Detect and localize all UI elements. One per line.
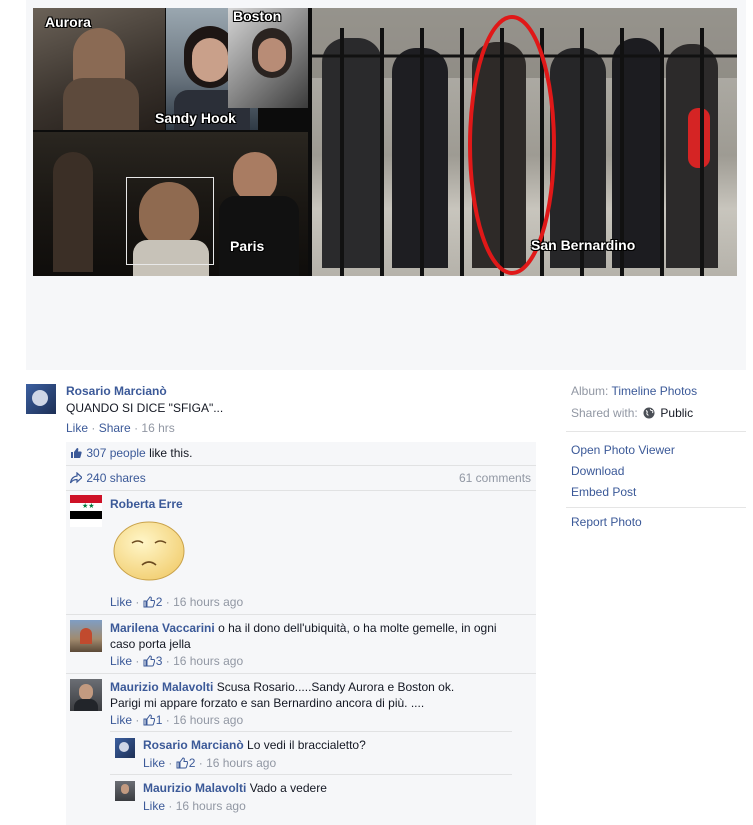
privacy-value[interactable]: Public	[660, 406, 693, 420]
comment-author[interactable]: Roberta Erre	[110, 497, 183, 511]
san-bernardino-photo	[312, 8, 737, 276]
comment-like-count[interactable]: 1	[156, 713, 163, 727]
comment-timestamp[interactable]: 16 hours ago	[173, 654, 243, 668]
star-icon: ★★	[82, 503, 95, 510]
divider	[66, 465, 536, 466]
album-info: Album: Timeline Photos	[571, 384, 697, 398]
reply-like-count[interactable]: 2	[189, 756, 196, 770]
divider	[110, 731, 512, 732]
likes-suffix: like this.	[145, 446, 193, 460]
share-arrow-icon	[70, 472, 82, 484]
thumbs-up-icon	[71, 448, 82, 458]
shares-count-link[interactable]: 240 shares	[86, 471, 145, 485]
comment-like-count[interactable]: 2	[156, 595, 163, 609]
album-link[interactable]: Timeline Photos	[611, 384, 697, 398]
commenter-avatar[interactable]	[70, 679, 102, 711]
shared-with-label: Shared with:	[571, 406, 638, 420]
caption-paris: Paris	[230, 238, 265, 254]
separator: ·	[168, 799, 173, 813]
open-photo-viewer-link[interactable]: Open Photo Viewer	[571, 443, 675, 457]
comment-timestamp[interactable]: 16 hours ago	[173, 713, 243, 727]
divider	[566, 507, 746, 508]
divider	[110, 774, 512, 775]
comment-author[interactable]: Marilena Vaccarini	[110, 621, 215, 635]
sad-face-sticker	[112, 520, 186, 582]
paris-photo	[33, 132, 308, 276]
post-like-link[interactable]: Like	[66, 421, 88, 435]
divider	[66, 614, 536, 615]
reply-timestamp[interactable]: 16 hours ago	[176, 799, 246, 813]
reply-like-link[interactable]: Like	[143, 799, 165, 813]
reply-body: Rosario Marcianò Lo vedi il braccialetto…	[143, 738, 366, 752]
comment-like-link[interactable]: Like	[110, 713, 132, 727]
likes-summary: 307 people like this.	[70, 446, 192, 460]
post-photo[interactable]: Aurora Boston Sandy Hook Paris San Berna…	[33, 8, 737, 276]
comment-timestamp[interactable]: 16 hours ago	[173, 595, 243, 609]
separator: ·	[165, 654, 170, 668]
commenter-avatar[interactable]	[70, 620, 102, 652]
comment-like-count[interactable]: 3	[156, 654, 163, 668]
shares-row: 240 shares	[70, 471, 146, 485]
post-share-link[interactable]: Share	[99, 421, 131, 435]
caption-aurora: Aurora	[45, 14, 91, 30]
comment-text-line1: Scusa Rosario.....Sandy Aurora e Boston …	[216, 680, 455, 694]
comment-author[interactable]: Maurizio Malavolti	[110, 680, 213, 694]
divider	[566, 431, 746, 432]
post-author[interactable]: Rosario Marcianò	[66, 384, 167, 398]
reply-avatar[interactable]	[115, 781, 135, 801]
divider	[66, 673, 536, 674]
post-timestamp[interactable]: 16 hrs	[141, 421, 174, 435]
report-photo-link[interactable]: Report Photo	[571, 515, 642, 529]
comment-like-link[interactable]: Like	[110, 654, 132, 668]
comment-body: Maurizio Malavolti Scusa Rosario.....San…	[110, 679, 530, 711]
thumbs-up-icon	[143, 655, 155, 667]
separator: ·	[134, 421, 139, 435]
separator: ·	[91, 421, 96, 435]
divider	[66, 490, 536, 491]
commenter-avatar[interactable]: ★★	[70, 495, 102, 527]
reply-author[interactable]: Maurizio Malavolti	[143, 781, 246, 795]
reply-avatar[interactable]	[115, 738, 135, 758]
author-avatar[interactable]	[26, 384, 56, 414]
likes-count-link[interactable]: 307 people	[86, 446, 145, 460]
comment-like-link[interactable]: Like	[110, 595, 132, 609]
caption-boston: Boston	[233, 8, 282, 24]
comments-count[interactable]: 61 comments	[459, 471, 531, 485]
separator: ·	[135, 713, 140, 727]
globe-icon	[643, 407, 655, 419]
separator: ·	[198, 756, 203, 770]
reply-body: Maurizio Malavolti Vado a vedere	[143, 781, 327, 795]
caption-sandy-hook: Sandy Hook	[155, 110, 236, 126]
reply-text: Vado a vedere	[249, 781, 327, 795]
thumbs-up-icon	[143, 714, 155, 726]
separator: ·	[135, 654, 140, 668]
thumbs-up-icon	[176, 757, 188, 769]
reply-text: Lo vedi il braccialetto?	[247, 738, 366, 752]
post-text: QUANDO SI DICE "SFIGA"...	[66, 401, 224, 415]
embed-post-link[interactable]: Embed Post	[571, 485, 636, 499]
reply-author[interactable]: Rosario Marcianò	[143, 738, 244, 752]
fence-graphic	[312, 15, 737, 276]
separator: ·	[135, 595, 140, 609]
caption-san-bernardino: San Bernardino	[531, 237, 636, 253]
separator: ·	[168, 756, 173, 770]
separator: ·	[165, 713, 170, 727]
album-label: Album:	[571, 384, 609, 398]
privacy-info: Shared with: Public	[571, 406, 693, 420]
separator: ·	[165, 595, 170, 609]
reply-like-link[interactable]: Like	[143, 756, 165, 770]
comment-body: Marilena Vaccarini o ha il dono dell'ubi…	[110, 620, 510, 652]
comment-text-line2: Parigi mi appare forzato e san Bernardin…	[110, 696, 425, 710]
thumbs-up-icon	[143, 596, 155, 608]
reply-timestamp[interactable]: 16 hours ago	[206, 756, 276, 770]
download-link[interactable]: Download	[571, 464, 624, 478]
